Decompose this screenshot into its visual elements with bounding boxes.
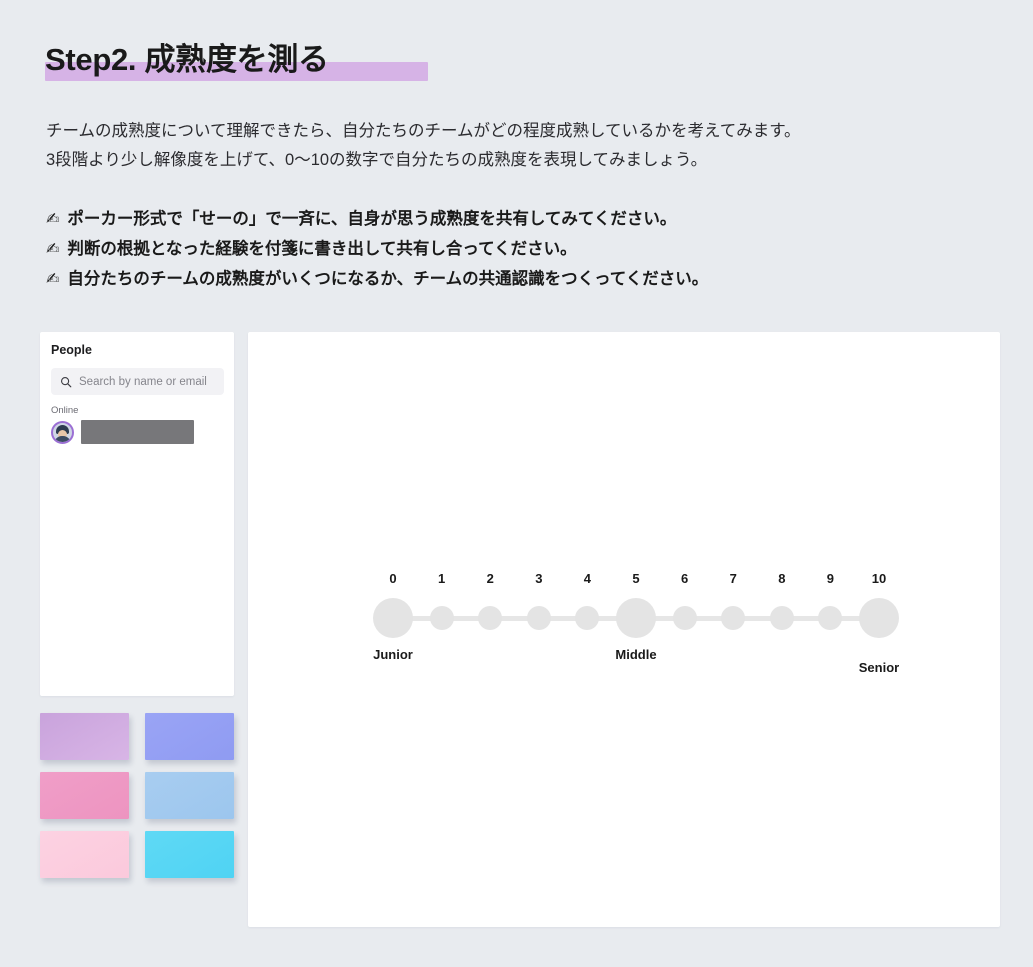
search-input-placeholder: Search by name or email — [79, 375, 207, 388]
scale-stop-number: 2 — [486, 571, 494, 586]
online-section-label: Online — [51, 405, 79, 416]
writing-hand-icon: ✍ — [46, 209, 60, 228]
scale-stop-caption: Middle — [615, 647, 657, 662]
avatar — [51, 420, 74, 444]
instruction-item-label: ポーカー形式で「せーの」で一斉に、自身が思う成熟度を共有してみてください。 — [67, 210, 677, 228]
scale-stop-dot[interactable] — [721, 606, 746, 630]
writing-hand-icon: ✍ — [46, 239, 60, 258]
scale-stop-number: 7 — [729, 571, 737, 586]
search-icon — [61, 376, 72, 387]
sticky-note-lightpink[interactable] — [40, 831, 129, 878]
avatar-body — [54, 435, 71, 442]
instruction-item: ✍ 判断の根拠となった経験を付箋に書き出して共有し合ってください。 — [46, 234, 1006, 264]
sticky-note-periwinkle[interactable] — [145, 713, 234, 760]
page-title-text: Step2. 成熟度を測る — [45, 42, 329, 77]
instruction-list: ✍ ポーカー形式で「せーの」で一斉に、自身が思う成熟度を共有してみてください。 … — [46, 204, 1006, 294]
sticky-note-lightblue[interactable] — [145, 772, 234, 819]
page-title: Step2. 成熟度を測る — [45, 38, 428, 90]
sticky-note-pink[interactable] — [40, 772, 129, 819]
sticky-note-cyan[interactable] — [145, 831, 234, 878]
scale-stop-dot[interactable] — [859, 598, 899, 638]
scale-stop-dot[interactable] — [429, 606, 454, 630]
writing-hand-icon: ✍ — [46, 269, 60, 288]
intro-paragraph: チームの成熟度について理解できたら、自分たちのチームがどの程度成熟しているかを考… — [46, 117, 1006, 175]
scale-stop-dot[interactable] — [478, 606, 503, 630]
scale-stop-dot[interactable] — [818, 606, 843, 630]
sticky-note-purple[interactable] — [40, 713, 129, 760]
scale-stop-caption: Senior — [858, 660, 900, 675]
sticky-note-palette — [40, 713, 236, 878]
scale-stop-dot[interactable] — [769, 606, 794, 630]
scale-stop-dot[interactable] — [373, 598, 413, 638]
instruction-item-label: 判断の根拠となった経験を付箋に書き出して共有し合ってください。 — [67, 240, 577, 258]
scale-stop-dot[interactable] — [616, 598, 656, 638]
instruction-item: ✍ ポーカー形式で「せーの」で一斉に、自身が思う成熟度を共有してみてください。 — [46, 204, 1006, 234]
scale-stop-caption: Junior — [373, 647, 413, 662]
scale-stop-dot[interactable] — [575, 606, 600, 630]
scale-stop-dot[interactable] — [526, 606, 551, 630]
scale-stop-number: 1 — [437, 571, 446, 586]
people-panel-title: People — [51, 343, 92, 357]
scale-stop-number: 6 — [680, 571, 689, 586]
scale-stop-number: 8 — [778, 571, 786, 586]
intro-line-1: チームの成熟度について理解できたら、自分たちのチームがどの程度成熟しているかを考… — [46, 122, 801, 140]
person-name-redacted — [81, 420, 194, 444]
list-item[interactable] — [51, 420, 194, 444]
scale-stop-number: 10 — [871, 571, 887, 586]
scale-stop-number: 5 — [632, 571, 640, 586]
search-input[interactable]: Search by name or email — [51, 368, 224, 395]
instruction-item-label: 自分たちのチームの成熟度がいくつになるか、チームの共通認識をつくってください。 — [67, 270, 709, 288]
intro-line-2: 3段階より少し解像度を上げて、0〜10の数字で自分たちの成熟度を表現してみましょ… — [46, 151, 708, 169]
whiteboard-canvas[interactable]: 0 Junior 1 2 3 4 5 Middle 6 7 8 9 10 Senior — [248, 332, 1000, 927]
people-panel: People Search by name or email Online — [40, 332, 234, 696]
scale-stop-number: 9 — [826, 571, 835, 586]
scale-stop-number: 3 — [535, 571, 543, 586]
instruction-item: ✍ 自分たちのチームの成熟度がいくつになるか、チームの共通認識をつくってください… — [46, 264, 1006, 294]
scale-stop-dot[interactable] — [672, 606, 697, 630]
maturity-scale: 0 Junior 1 2 3 4 5 Middle 6 7 8 9 10 Senior — [309, 567, 939, 674]
scale-stop-number: 0 — [389, 571, 397, 586]
scale-stop-number: 4 — [583, 571, 592, 586]
